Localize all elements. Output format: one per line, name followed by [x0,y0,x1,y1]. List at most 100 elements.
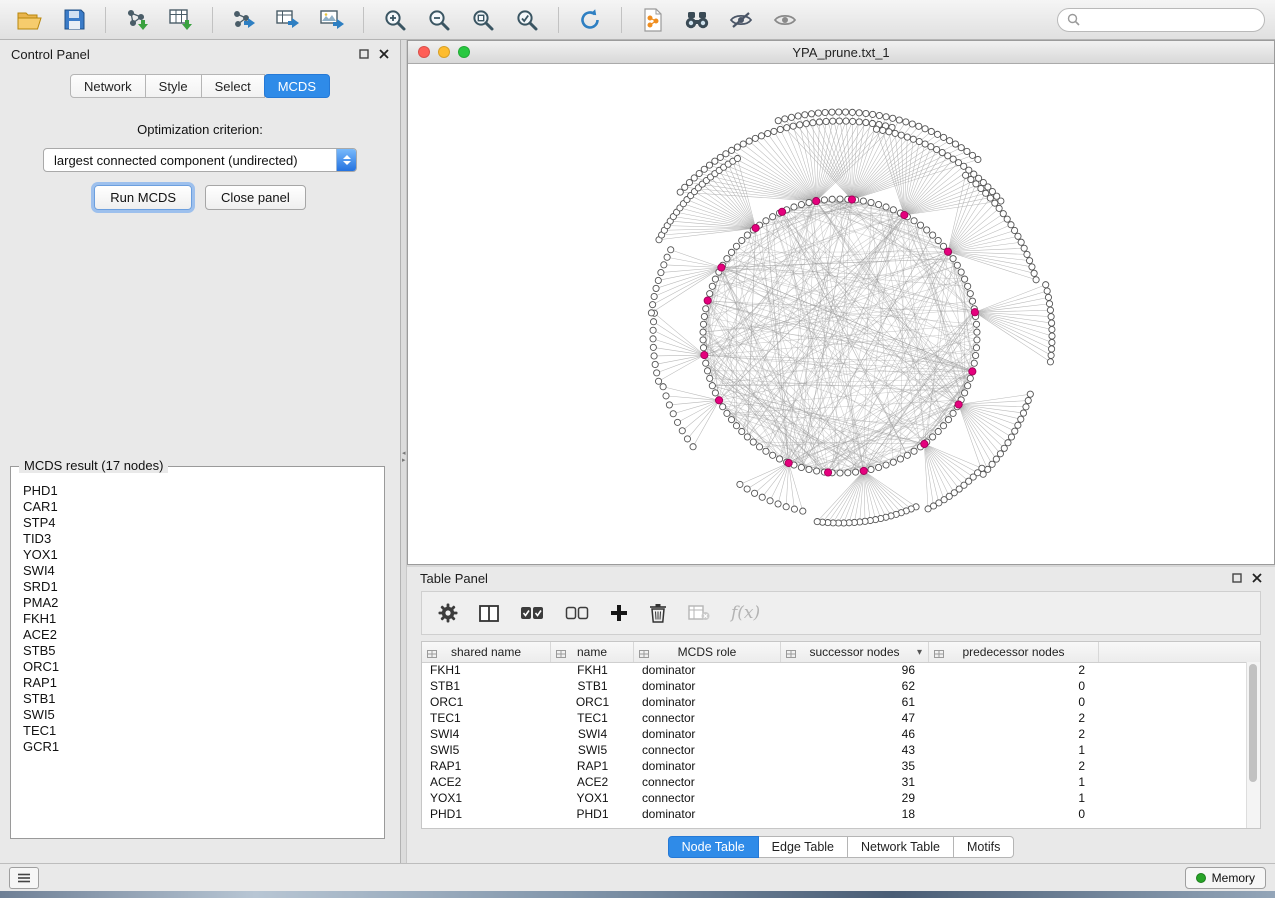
cell-successor_nodes[interactable]: 46 [781,727,929,741]
import-network-button[interactable] [117,4,157,36]
cell-mcds_role[interactable]: dominator [634,663,781,677]
cell-successor_nodes[interactable]: 29 [781,791,929,805]
export-image-button[interactable] [312,4,352,36]
run-mcds-button[interactable]: Run MCDS [94,185,192,210]
cell-shared_name[interactable]: YOX1 [422,791,551,805]
table-row[interactable]: ACE2ACE2connector311 [422,774,1247,790]
deselect-all-button[interactable] [565,605,589,621]
tab-style[interactable]: Style [145,74,202,98]
network-graph-svg[interactable] [408,64,1274,564]
table-settings-button[interactable] [438,603,458,623]
search-box[interactable] [1057,8,1265,32]
table-scrollbar[interactable] [1246,662,1260,828]
table-row[interactable]: TEC1TEC1connector472 [422,710,1247,726]
cell-name[interactable]: TEC1 [551,711,634,725]
mcds-result-list[interactable]: PHD1CAR1STP4TID3YOX1SWI4SRD1PMA2FKH1ACE2… [13,479,382,836]
function-builder-button[interactable]: f(x) [731,603,760,623]
column-header-mcds_role[interactable]: MCDS role [634,642,781,662]
cell-predecessor_nodes[interactable]: 1 [929,791,1099,805]
cell-mcds_role[interactable]: dominator [634,807,781,821]
import-table-button[interactable] [161,4,201,36]
select-all-button[interactable] [520,605,544,621]
cell-successor_nodes[interactable]: 43 [781,743,929,757]
cell-shared_name[interactable]: SWI4 [422,727,551,741]
mcds-result-item[interactable]: SWI5 [23,707,382,723]
cell-successor_nodes[interactable]: 47 [781,711,929,725]
cell-shared_name[interactable]: ORC1 [422,695,551,709]
cell-predecessor_nodes[interactable]: 2 [929,759,1099,773]
mcds-result-item[interactable]: RAP1 [23,675,382,691]
cell-name[interactable]: STB1 [551,679,634,693]
mcds-result-item[interactable]: TEC1 [23,723,382,739]
cell-name[interactable]: FKH1 [551,663,634,677]
mcds-result-item[interactable]: SWI4 [23,563,382,579]
float-panel-icon[interactable] [1232,573,1242,583]
zoom-in-button[interactable] [375,4,415,36]
cell-successor_nodes[interactable]: 35 [781,759,929,773]
delete-table-button[interactable] [688,605,710,621]
cell-predecessor_nodes[interactable]: 0 [929,807,1099,821]
network-canvas[interactable] [408,64,1274,564]
scrollbar-thumb[interactable] [1249,664,1257,782]
tab-node-table[interactable]: Node Table [668,836,759,858]
mcds-result-item[interactable]: STB5 [23,643,382,659]
mcds-result-item[interactable]: FKH1 [23,611,382,627]
mcds-result-item[interactable]: ORC1 [23,659,382,675]
mcds-result-item[interactable]: PHD1 [23,483,382,499]
cell-predecessor_nodes[interactable]: 1 [929,743,1099,757]
cell-name[interactable]: ORC1 [551,695,634,709]
save-button[interactable] [54,4,94,36]
memory-button[interactable]: Memory [1185,867,1266,889]
cell-shared_name[interactable]: ACE2 [422,775,551,789]
mcds-result-item[interactable]: STB1 [23,691,382,707]
column-header-name[interactable]: name [551,642,634,662]
cell-shared_name[interactable]: TEC1 [422,711,551,725]
splitter-grip-icon[interactable]: ◂▸ [402,450,406,464]
cell-successor_nodes[interactable]: 31 [781,775,929,789]
cell-predecessor_nodes[interactable]: 2 [929,711,1099,725]
mcds-result-item[interactable]: SRD1 [23,579,382,595]
cell-name[interactable]: PHD1 [551,807,634,821]
refresh-view-button[interactable] [570,4,610,36]
search-input[interactable] [1085,12,1255,28]
mcds-result-item[interactable]: STP4 [23,515,382,531]
tab-motifs[interactable]: Motifs [954,836,1014,858]
cell-name[interactable]: ACE2 [551,775,634,789]
column-header-predecessor_nodes[interactable]: predecessor nodes [929,642,1099,662]
cell-name[interactable]: SWI5 [551,743,634,757]
cell-successor_nodes[interactable]: 62 [781,679,929,693]
cell-predecessor_nodes[interactable]: 2 [929,727,1099,741]
zoom-fit-button[interactable] [463,4,503,36]
vertical-splitter[interactable]: ◂▸ [400,40,407,863]
network-window-titlebar[interactable]: YPA_prune.txt_1 [408,41,1274,64]
cell-successor_nodes[interactable]: 96 [781,663,929,677]
cell-shared_name[interactable]: FKH1 [422,663,551,677]
float-panel-icon[interactable] [359,49,369,59]
table-row[interactable]: YOX1YOX1connector291 [422,790,1247,806]
mcds-result-item[interactable]: TID3 [23,531,382,547]
mcds-result-item[interactable]: PMA2 [23,595,382,611]
cell-mcds_role[interactable]: dominator [634,727,781,741]
window-maximize-button[interactable] [458,46,470,58]
export-table-button[interactable] [268,4,308,36]
cell-mcds_role[interactable]: dominator [634,695,781,709]
cell-mcds_role[interactable]: connector [634,711,781,725]
column-header-shared_name[interactable]: shared name [422,642,551,662]
cell-mcds_role[interactable]: connector [634,775,781,789]
cell-shared_name[interactable]: PHD1 [422,807,551,821]
delete-column-button[interactable] [649,603,667,623]
cell-successor_nodes[interactable]: 18 [781,807,929,821]
hide-details-button[interactable] [721,4,761,36]
cell-shared_name[interactable]: STB1 [422,679,551,693]
criterion-dropdown[interactable]: largest connected component (undirected) [43,148,357,172]
cell-mcds_role[interactable]: connector [634,743,781,757]
show-columns-button[interactable] [479,605,499,622]
cell-successor_nodes[interactable]: 61 [781,695,929,709]
export-network-button[interactable] [224,4,264,36]
table-row[interactable]: SWI5SWI5connector431 [422,742,1247,758]
close-panel-button[interactable]: Close panel [205,185,306,210]
mcds-result-item[interactable]: CAR1 [23,499,382,515]
search-network-button[interactable] [677,4,717,36]
mcds-result-item[interactable]: YOX1 [23,547,382,563]
cell-predecessor_nodes[interactable]: 0 [929,679,1099,693]
